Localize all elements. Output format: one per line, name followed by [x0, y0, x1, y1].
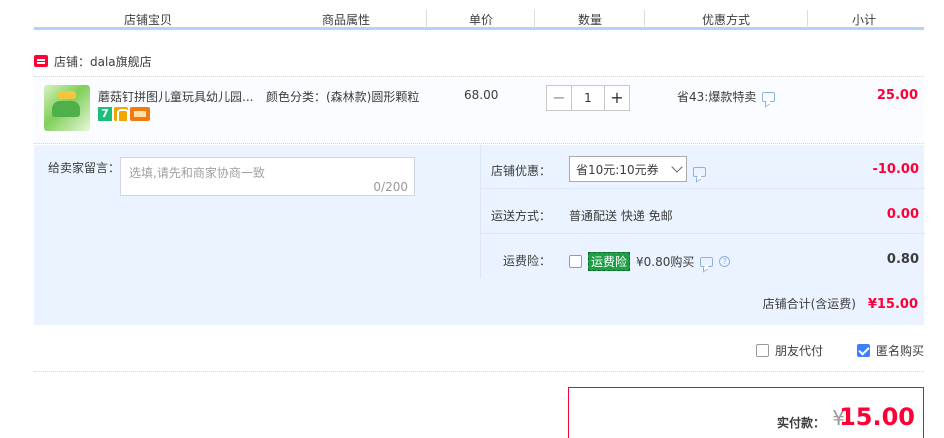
product-attribute: 颜色分类：(森林款)圆形颗粒: [266, 90, 420, 104]
chevron-down-icon: [670, 161, 683, 173]
shipping-value: 普通配送 快递 免邮: [569, 209, 673, 223]
credit-card-icon[interactable]: [130, 107, 150, 121]
shipping-amount: 0.00: [886, 207, 919, 222]
discount-info: 省43:爆款特卖: [677, 88, 776, 105]
divider: [34, 371, 924, 372]
decrease-quantity-button[interactable]: −: [546, 85, 572, 111]
coupon-value: 省10元:10元券: [569, 156, 706, 182]
product-thumbnail[interactable]: [44, 85, 90, 131]
anonymous-option[interactable]: 匿名购买: [856, 342, 924, 359]
shop-total: 店铺合计(含运费) ¥15.00: [763, 295, 918, 312]
memo-char-count: 0/200: [373, 180, 408, 194]
friend-pay-checkbox[interactable]: [755, 344, 769, 357]
insurance-tag: 运费险: [588, 252, 631, 271]
col-price: 单价: [468, 13, 494, 27]
order-options: 店铺优惠： 省10元:10元券 -10.00 运送方式： 普通配送 快递 免邮 …: [480, 145, 925, 279]
shipping-row: 运送方式： 普通配送 快递 免邮 0.00: [481, 190, 925, 234]
unit-price: 68.00: [464, 88, 499, 102]
memo-placeholder: 选填,请先和商家协商一致: [129, 166, 265, 180]
payment-label: 实付款：: [776, 416, 825, 430]
anonymous-checkbox[interactable]: [856, 344, 870, 357]
coupon-row: 店铺优惠： 省10元:10元券 -10.00: [481, 145, 925, 189]
shop-total-value: ¥15.00: [867, 297, 918, 312]
shop-name[interactable]: 店铺：dala旗舰店: [54, 53, 152, 70]
order-extras-panel: 给卖家留言： 选填,请先和商家协商一致 0/200 店铺优惠： 省10元:10元…: [34, 145, 925, 325]
col-attribute: 商品属性: [321, 13, 371, 27]
message-icon[interactable]: [700, 256, 714, 267]
cart-item-row: 蘑菇钉拼图儿童玩具幼儿园... 7 颜色分类：(森林款)圆形颗粒 68.00 −…: [34, 76, 924, 144]
memo-textarea[interactable]: 选填,请先和商家协商一致 0/200: [120, 157, 415, 196]
col-discount: 优惠方式: [701, 13, 751, 27]
col-subtotal: 小计: [851, 13, 877, 27]
insurance-row: 运费险： 运费险 ¥0.80购买 ? 0.80: [481, 235, 925, 279]
quantity-stepper: − 1 +: [546, 85, 630, 111]
seven-day-return-icon[interactable]: 7: [98, 107, 112, 121]
shop-total-label: 店铺合计(含运费): [762, 297, 856, 311]
quantity-input[interactable]: 1: [572, 85, 604, 111]
cart-header: 店铺宝贝 商品属性 单价 数量 优惠方式 小计: [34, 0, 924, 30]
product-title[interactable]: 蘑菇钉拼图儿童玩具幼儿园...: [98, 88, 258, 105]
help-icon[interactable]: ?: [719, 256, 731, 267]
coupon-selected: 省10元:10元券: [576, 162, 659, 177]
discount-text: 省43:爆款特卖: [677, 90, 757, 104]
col-quantity: 数量: [577, 13, 603, 27]
checkout-options: 朋友代付 匿名购买: [755, 342, 924, 359]
tmall-icon: [34, 55, 48, 67]
coupon-select[interactable]: 省10元:10元券: [569, 156, 687, 182]
friend-pay-label: 朋友代付: [774, 344, 823, 358]
insurance-price: ¥0.80购买: [636, 255, 695, 269]
memo-label: 给卖家留言：: [48, 161, 121, 175]
coupon-label: 店铺优惠：: [490, 164, 551, 178]
col-separator: [534, 10, 535, 28]
message-icon[interactable]: [762, 91, 776, 102]
message-icon[interactable]: [693, 167, 706, 177]
payment-box: 实付款： ¥ 15.00: [568, 387, 924, 438]
insurance-value: 运费险 ¥0.80购买 ?: [569, 252, 731, 271]
item-subtotal: 25.00: [876, 88, 918, 103]
col-separator: [644, 10, 645, 28]
shipping-label: 运送方式：: [490, 209, 551, 223]
coupon-amount: -10.00: [872, 162, 919, 177]
insurance-amount: 0.80: [886, 252, 919, 267]
col-separator: [807, 10, 808, 28]
insurance-label: 运费险：: [502, 254, 551, 268]
increase-quantity-button[interactable]: +: [604, 85, 630, 111]
shop-row: 店铺：dala旗舰店: [34, 53, 152, 69]
col-item: 店铺宝贝: [123, 13, 173, 27]
col-separator: [426, 10, 427, 28]
guarantee-icon[interactable]: [114, 107, 129, 121]
friend-pay-option[interactable]: 朋友代付: [755, 342, 823, 359]
service-badges: 7: [98, 107, 150, 121]
insurance-checkbox[interactable]: [569, 255, 582, 268]
payment-amount: 15.00: [839, 403, 915, 431]
anonymous-label: 匿名购买: [875, 344, 924, 358]
